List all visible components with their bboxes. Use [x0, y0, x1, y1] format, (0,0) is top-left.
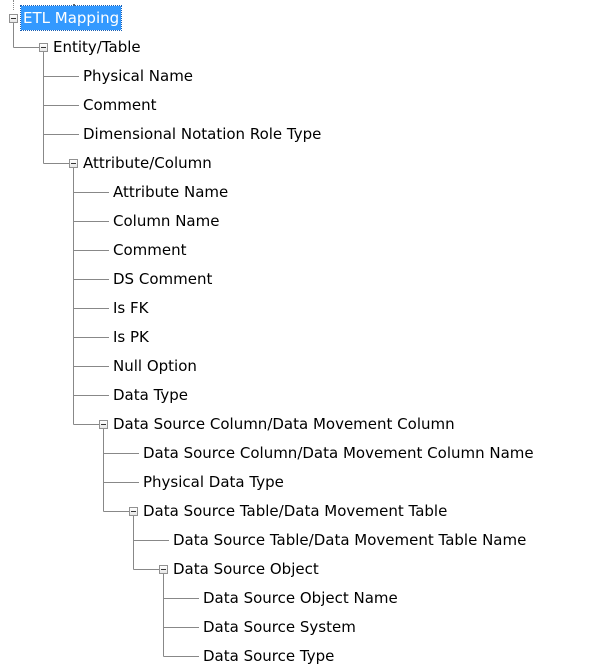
tree-node-comment[interactable]: Comment [111, 238, 189, 262]
tree-node-dimensional-notation-role-type[interactable]: Dimensional Notation Role Type [81, 122, 323, 146]
tree-node-data-source-column-data-movement-column-name[interactable]: Data Source Column/Data Movement Column … [141, 441, 536, 465]
tree-node-data-source-table-data-movement-table[interactable]: Data Source Table/Data Movement Table [141, 499, 449, 523]
collapse-attribute-column-icon[interactable] [69, 159, 78, 168]
collapse-entity-table-icon[interactable] [39, 43, 48, 52]
tree-node-comment[interactable]: Comment [81, 93, 159, 117]
collapse-etl-mapping-icon[interactable] [9, 14, 18, 23]
tree-node-physical-name[interactable]: Physical Name [81, 64, 195, 88]
tree-node-etl-mapping[interactable]: ETL Mapping [19, 5, 123, 31]
tree-node-attribute-name[interactable]: Attribute Name [111, 180, 230, 204]
tree-node-data-source-column-data-movement-column[interactable]: Data Source Column/Data Movement Column [111, 412, 457, 436]
collapse-data-source-object-icon[interactable] [159, 565, 168, 574]
tree-view[interactable]: ETL Mapping Entity/Table Physical Name Comm… [0, 0, 608, 667]
tree-node-attribute-column[interactable]: Attribute/Column [81, 151, 214, 175]
tree-node-data-source-table-data-movement-table-name[interactable]: Data Source Table/Data Movement Table Na… [171, 528, 528, 552]
tree-node-column-name[interactable]: Column Name [111, 209, 221, 233]
tree-node-data-source-object[interactable]: Data Source Object [171, 557, 321, 581]
collapse-data-source-table-data-movement-table-icon[interactable] [129, 507, 138, 516]
tree-node-data-source-system[interactable]: Data Source System [201, 615, 358, 639]
tree-node-data-type[interactable]: Data Type [111, 383, 190, 407]
tree-node-entity-table[interactable]: Entity/Table [51, 35, 143, 59]
tree-node-ds-comment[interactable]: DS Comment [111, 267, 214, 291]
tree-node-null-option[interactable]: Null Option [111, 354, 199, 378]
tree-connector-top [13, 0, 14, 10]
tree-node-data-source-type[interactable]: Data Source Type [201, 644, 336, 668]
tree-node-physical-data-type[interactable]: Physical Data Type [141, 470, 286, 494]
tree-node-data-source-object-name[interactable]: Data Source Object Name [201, 586, 400, 610]
tree-node-is-pk[interactable]: Is PK [111, 325, 151, 349]
collapse-data-source-column-data-movement-column-icon[interactable] [99, 420, 108, 429]
tree-node-is-fk[interactable]: Is FK [111, 296, 150, 320]
